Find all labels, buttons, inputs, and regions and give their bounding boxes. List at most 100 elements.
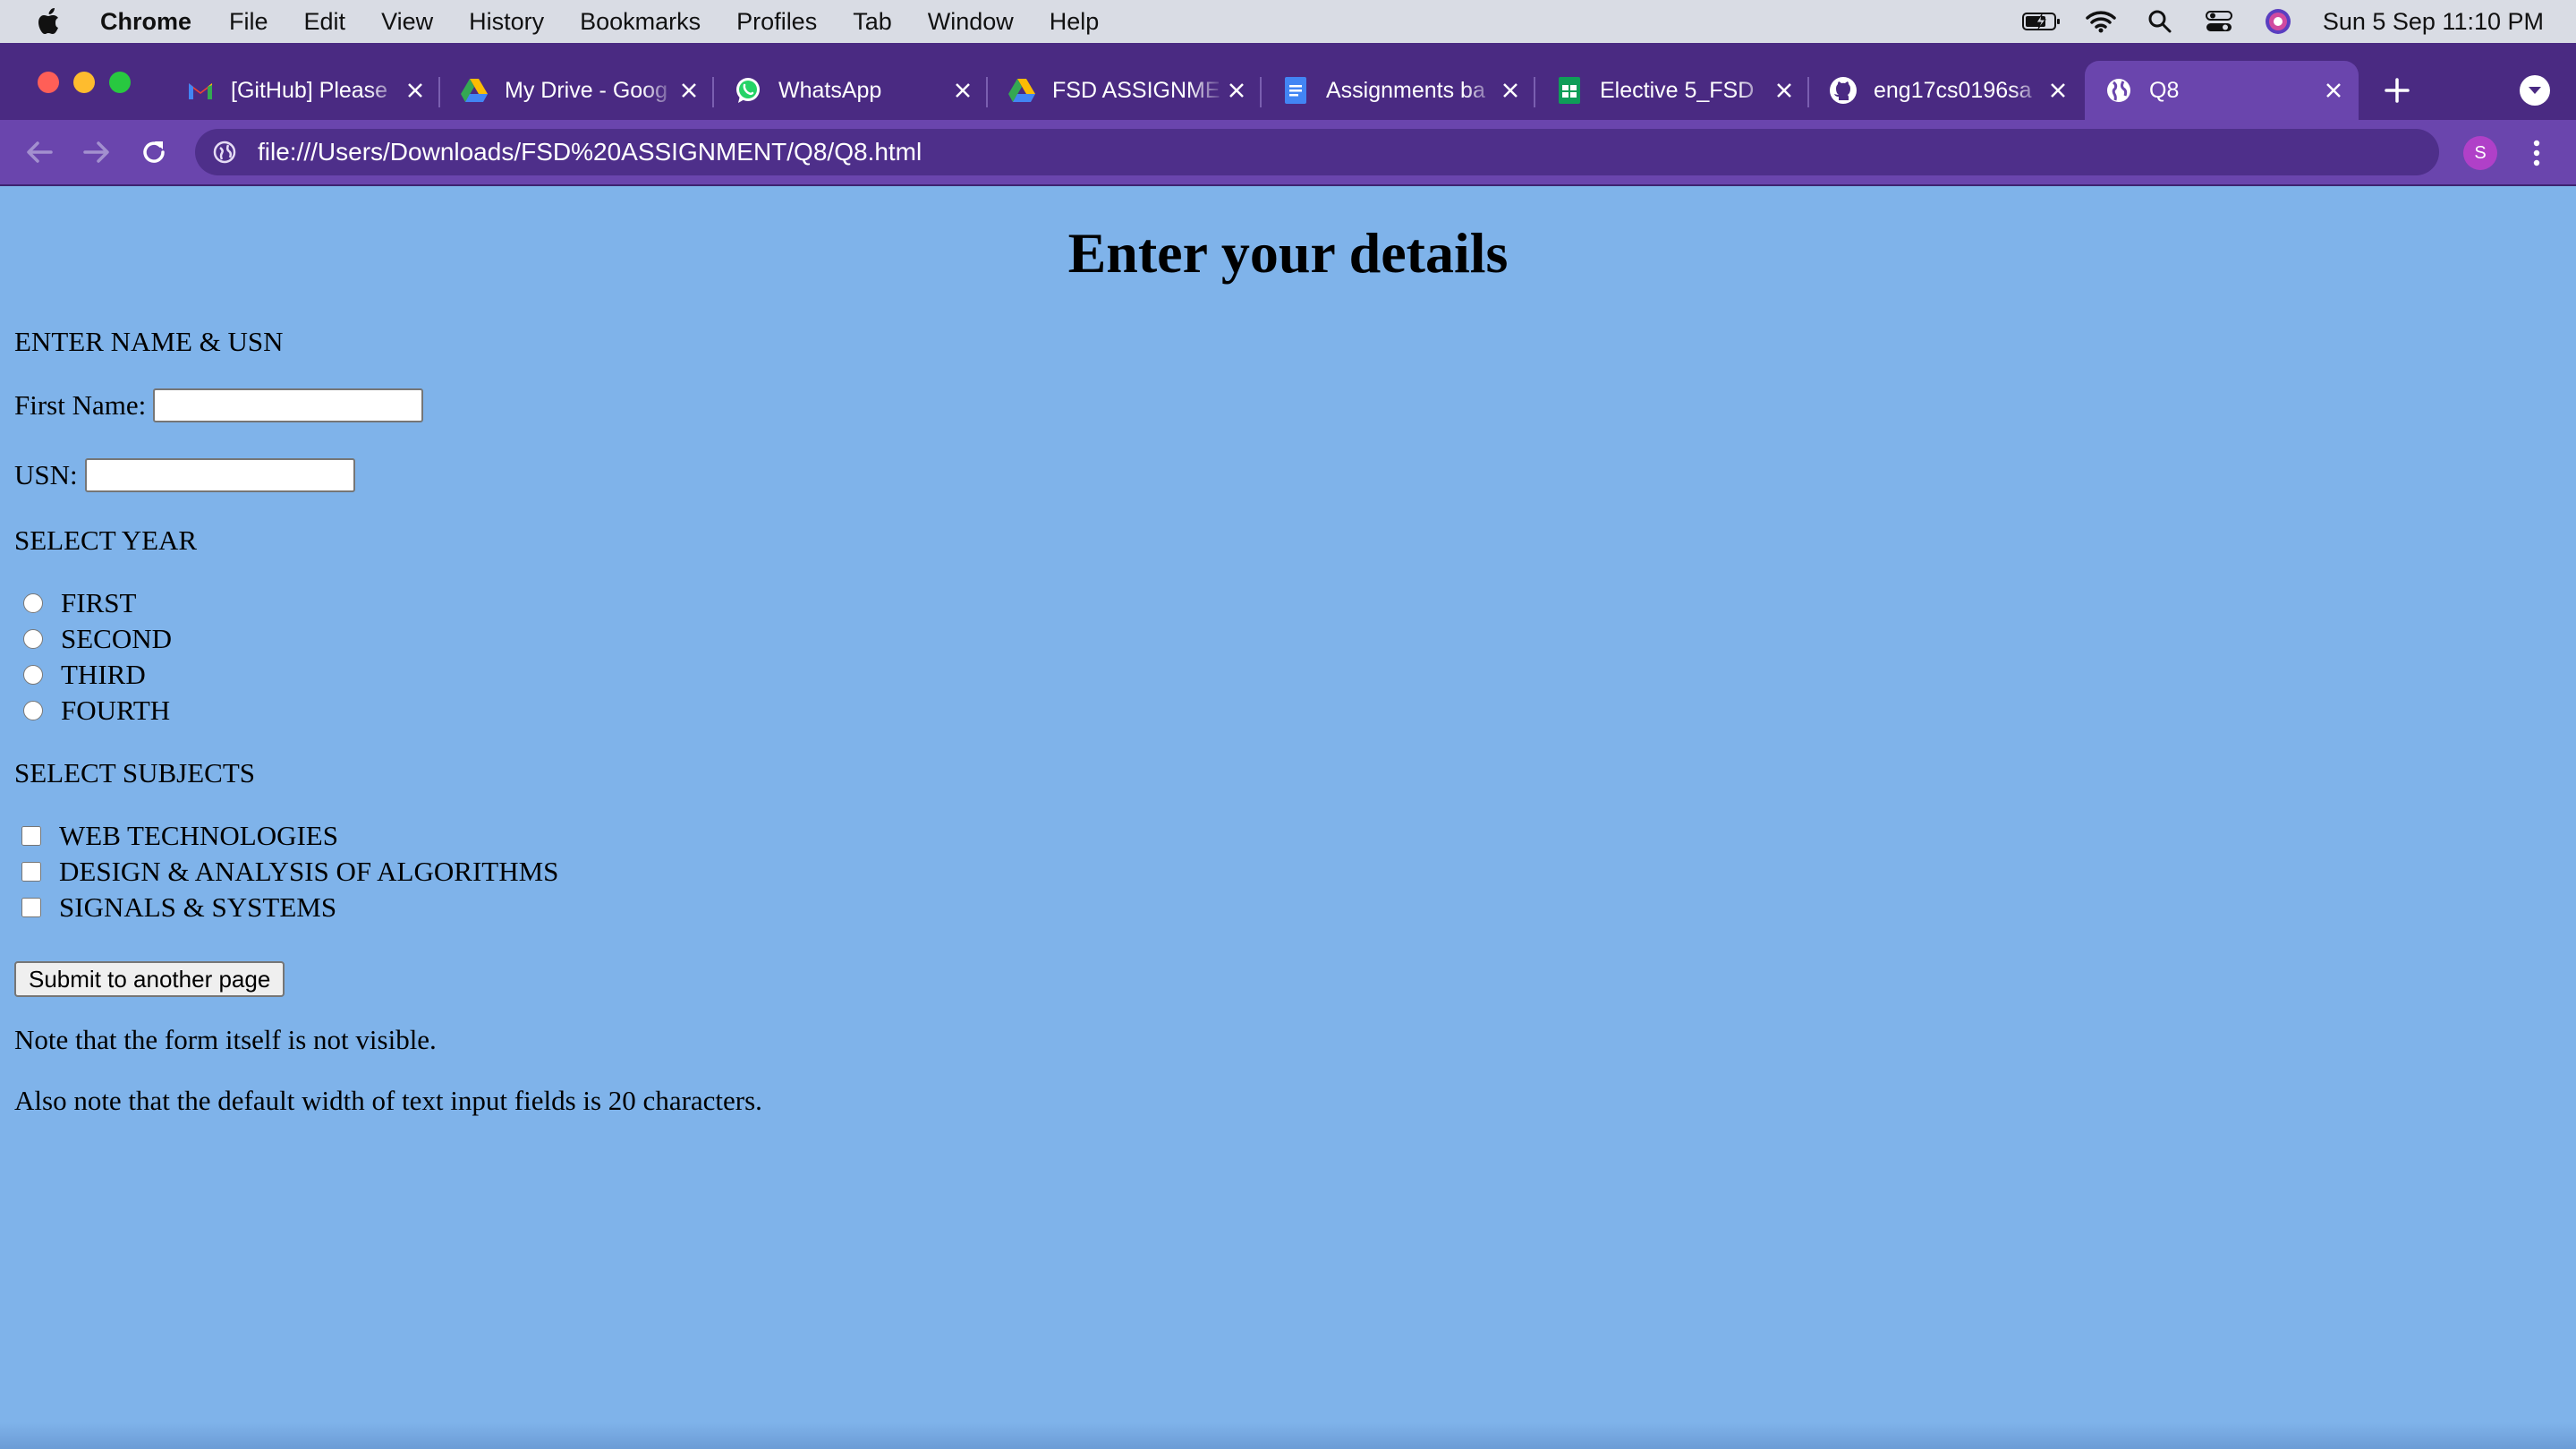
subject-checkbox-web-technologies[interactable] [21,826,41,846]
note-form-not-visible: Note that the form itself is not visible… [14,1024,437,1055]
menu-view[interactable]: View [381,8,433,36]
tab-title: Q8 [2149,77,2180,103]
menu-bookmarks[interactable]: Bookmarks [580,8,701,36]
usn-input[interactable] [84,458,355,492]
usn-label: USN: [14,459,78,490]
tab-close-icon[interactable] [950,78,975,103]
year-option-label: FIRST [61,587,137,618]
tab-q8-active[interactable]: Q8 [2085,61,2359,120]
window-zoom-button[interactable] [109,72,131,93]
subject-option-web-technologies[interactable]: WEB TECHNOLOGIES [21,820,338,852]
siri-icon[interactable] [2258,8,2298,35]
year-option-label: THIRD [61,659,146,690]
year-radio-second[interactable] [23,629,43,649]
tab-strip: [GitHub] Please My Drive - Goog WhatsApp… [0,43,2576,120]
menu-help[interactable]: Help [1050,8,1100,36]
page-heading: Enter your details [1067,221,1509,285]
tab-title: [GitHub] Please [231,77,388,103]
tab-title: Assignments ba [1326,77,1485,103]
subject-option-label: WEB TECHNOLOGIES [59,820,338,851]
year-option-label: FOURTH [61,695,171,726]
google-sheets-icon [1555,76,1584,105]
tab-close-icon[interactable] [403,78,428,103]
battery-charging-icon[interactable] [2021,8,2062,35]
tab-search-chevron-down-icon[interactable] [2520,75,2550,106]
note-default-width: Also note that the default width of text… [14,1085,762,1116]
apple-logo-icon[interactable] [38,6,64,37]
url-text[interactable]: file:///Users/Downloads/FSD%20ASSIGNMENT… [258,138,922,166]
subject-option-label: SIGNALS & SYSTEMS [59,891,337,923]
tab-github-repo[interactable]: eng17cs0196sa [1809,61,2083,120]
year-option-third[interactable]: THIRD [23,659,146,691]
window-minimize-button[interactable] [73,72,95,93]
year-option-second[interactable]: SECOND [23,623,172,655]
tab-close-icon[interactable] [1772,78,1797,103]
browser-toolbar: file:///Users/Downloads/FSD%20ASSIGNMENT… [0,120,2576,186]
subject-checkbox-signals-systems[interactable] [21,898,41,917]
tab-assignments-docs[interactable]: Assignments ba [1262,61,1535,120]
new-tab-plus-icon[interactable] [2375,68,2419,113]
year-section-label: SELECT YEAR [14,524,198,556]
tab-close-icon[interactable] [2045,78,2070,103]
wifi-icon[interactable] [2081,8,2121,35]
globe-icon [2104,76,2133,105]
profile-avatar[interactable]: S [2463,136,2497,170]
menu-history[interactable]: History [469,8,544,36]
first-name-input[interactable] [153,388,424,422]
first-name-label: First Name: [14,389,147,421]
back-arrow-icon[interactable] [21,134,57,170]
github-icon [1829,76,1858,105]
tab-close-icon[interactable] [1224,78,1249,103]
address-bar[interactable]: file:///Users/Downloads/FSD%20ASSIGNMENT… [195,129,2439,175]
menu-edit[interactable]: Edit [304,8,346,36]
tab-title: Elective 5_FSD [1600,77,1755,103]
tab-fsd-assignment[interactable]: FSD ASSIGNME [988,61,1262,120]
window-bottom-shadow [0,1422,2576,1449]
site-info-icon[interactable] [211,139,238,166]
control-center-icon[interactable] [2199,8,2239,35]
subject-option-daa[interactable]: DESIGN & ANALYSIS OF ALGORITHMS [21,856,558,888]
tab-elective-sheets[interactable]: Elective 5_FSD [1535,61,1809,120]
more-menu-icon[interactable] [2523,136,2550,170]
tab-whatsapp[interactable]: WhatsApp [714,61,988,120]
tab-close-icon[interactable] [2321,78,2346,103]
tab-close-icon[interactable] [676,78,701,103]
forward-arrow-icon[interactable] [79,134,115,170]
menu-profiles[interactable]: Profiles [736,8,817,36]
year-option-label: SECOND [61,623,173,654]
spotlight-search-icon[interactable] [2140,8,2180,35]
subject-option-label: DESIGN & ANALYSIS OF ALGORITHMS [59,856,559,887]
menu-tab[interactable]: Tab [853,8,892,36]
menu-app-chrome[interactable]: Chrome [100,8,191,36]
subjects-section-label: SELECT SUBJECTS [14,757,256,788]
tab-close-icon[interactable] [1498,78,1523,103]
year-radio-third[interactable] [23,665,43,685]
tab-title: FSD ASSIGNME [1052,77,1220,103]
name-section-label: ENTER NAME & USN [14,326,284,357]
year-option-fourth[interactable]: FOURTH [23,695,170,727]
page-content: Enter your details ENTER NAME & USN Firs… [0,186,2576,1449]
tab-my-drive[interactable]: My Drive - Goog [440,61,714,120]
macos-menu-bar: Chrome File Edit View History Bookmarks … [0,0,2576,43]
whatsapp-icon [734,76,762,105]
subject-option-signals-systems[interactable]: SIGNALS & SYSTEMS [21,891,336,924]
gmail-icon [186,76,215,105]
year-radio-first[interactable] [23,593,43,613]
tab-title: WhatsApp [778,77,882,103]
menu-file[interactable]: File [229,8,268,36]
submit-button[interactable]: Submit to another page [14,961,285,997]
menu-window[interactable]: Window [928,8,1014,36]
first-name-row: First Name: [14,388,424,422]
google-docs-icon [1281,76,1310,105]
tab-title: eng17cs0196sa [1874,77,2032,103]
window-close-button[interactable] [38,72,59,93]
menu-bar-clock[interactable]: Sun 5 Sep 11:10 PM [2323,8,2544,36]
year-radio-fourth[interactable] [23,701,43,720]
google-drive-icon [1007,76,1036,105]
year-option-first[interactable]: FIRST [23,587,136,619]
usn-row: USN: [14,458,355,492]
subject-checkbox-daa[interactable] [21,862,41,882]
tab-github-gmail[interactable]: [GitHub] Please [166,61,440,120]
google-drive-icon [460,76,489,105]
reload-icon[interactable] [136,134,172,170]
